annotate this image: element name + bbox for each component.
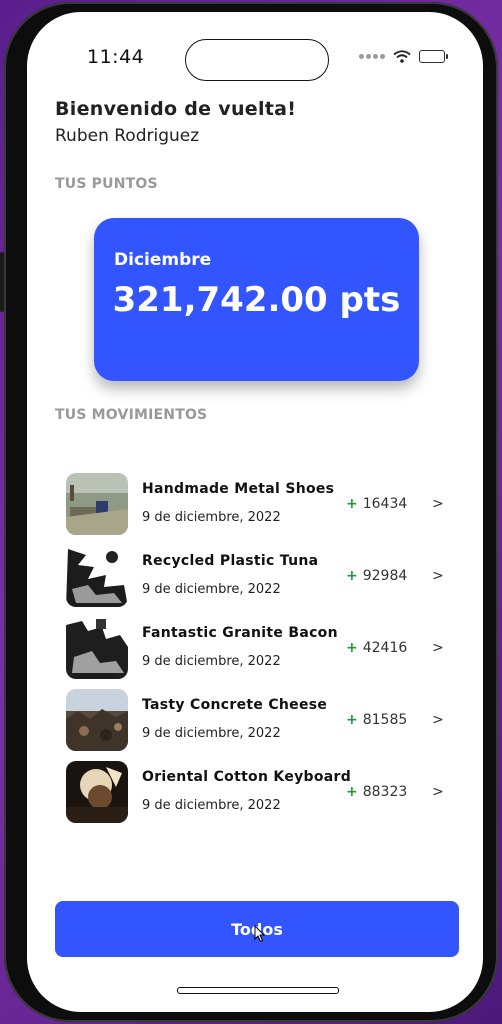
points-month: Diciembre (114, 250, 212, 270)
movement-points: +81585 (346, 712, 407, 728)
movement-item[interactable]: Fantastic Granite Bacon 9 de diciembre, … (66, 616, 456, 688)
movement-points: +16434 (346, 496, 407, 512)
movement-date: 9 de diciembre, 2022 (142, 798, 281, 813)
product-thumbnail (66, 689, 128, 751)
mouse-pointer-icon (254, 925, 266, 943)
points-section-title: TUS PUNTOS (55, 176, 158, 192)
points-value: 321,742.00 pts (112, 280, 401, 320)
plus-sign: + (346, 568, 358, 584)
product-thumbnail (66, 473, 128, 535)
plus-sign: + (346, 784, 358, 800)
product-thumbnail (66, 545, 128, 607)
chevron-right-icon[interactable]: > (432, 568, 444, 584)
dynamic-island (185, 39, 329, 81)
movement-date: 9 de diciembre, 2022 (142, 582, 281, 597)
greeting-title: Bienvenido de vuelta! (55, 98, 297, 120)
points-card[interactable]: Diciembre 321,742.00 pts (94, 218, 419, 381)
movement-date: 9 de diciembre, 2022 (142, 654, 281, 669)
plus-sign: + (346, 496, 358, 512)
movement-date: 9 de diciembre, 2022 (142, 510, 281, 525)
battery-icon (419, 50, 448, 63)
user-name: Ruben Rodriguez (55, 126, 200, 146)
points-amount: 42416 (362, 640, 408, 656)
points-amount: 16434 (362, 496, 408, 512)
movements-list: Handmade Metal Shoes 9 de diciembre, 202… (66, 472, 456, 832)
status-time: 11:44 (87, 46, 145, 68)
movement-points: +42416 (346, 640, 407, 656)
movement-item[interactable]: Handmade Metal Shoes 9 de diciembre, 202… (66, 472, 456, 544)
movement-title: Oriental Cotton Keyboard (142, 769, 352, 785)
points-amount: 92984 (362, 568, 408, 584)
wifi-icon (393, 50, 411, 63)
movement-item[interactable]: Tasty Concrete Cheese 9 de diciembre, 20… (66, 688, 456, 760)
points-amount: 81585 (362, 712, 408, 728)
status-bar: 11:44 (27, 12, 483, 102)
movement-title: Fantastic Granite Bacon (142, 625, 338, 641)
status-icons (359, 50, 448, 63)
movement-date: 9 de diciembre, 2022 (142, 726, 281, 741)
home-indicator[interactable] (177, 987, 339, 994)
chevron-right-icon[interactable]: > (432, 496, 444, 512)
movement-points: +92984 (346, 568, 407, 584)
plus-sign: + (346, 712, 358, 728)
product-thumbnail (66, 617, 128, 679)
movement-title: Handmade Metal Shoes (142, 481, 335, 497)
plus-sign: + (346, 640, 358, 656)
movement-title: Tasty Concrete Cheese (142, 697, 328, 713)
product-thumbnail (66, 761, 128, 823)
phone-frame: 11:44 Bienvenido de vuelta! Ruben Rodrig… (0, 2, 498, 1022)
movement-title: Recycled Plastic Tuna (142, 553, 319, 569)
chevron-right-icon[interactable]: > (432, 640, 444, 656)
movement-points: +88323 (346, 784, 407, 800)
points-amount: 88323 (362, 784, 408, 800)
chevron-right-icon[interactable]: > (432, 712, 444, 728)
movements-section-title: TUS MOVIMIENTOS (55, 407, 208, 423)
movement-item[interactable]: Oriental Cotton Keyboard 9 de diciembre,… (66, 760, 456, 832)
app-screen: 11:44 Bienvenido de vuelta! Ruben Rodrig… (27, 12, 483, 1012)
signal-dots-icon (359, 54, 385, 59)
chevron-right-icon[interactable]: > (432, 784, 444, 800)
movement-item[interactable]: Recycled Plastic Tuna 9 de diciembre, 20… (66, 544, 456, 616)
